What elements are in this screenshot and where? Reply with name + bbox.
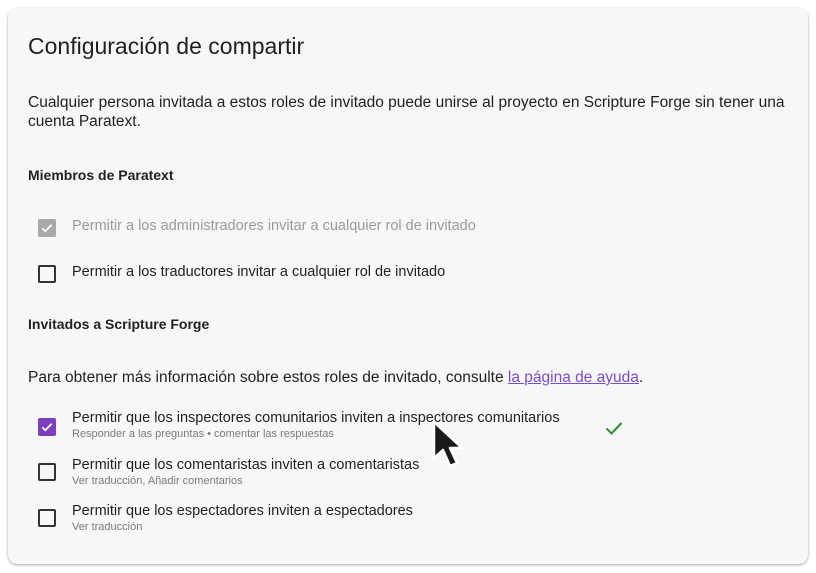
scripture-forge-guests-heading: Invitados a Scripture Forge bbox=[28, 316, 210, 332]
check-icon bbox=[41, 224, 53, 233]
viewers-invite-checkbox[interactable] bbox=[38, 509, 56, 527]
option-admins-invite: Permitir a los administradores invitar a… bbox=[38, 218, 638, 248]
commenters-invite-label[interactable]: Permitir que los comentaristas inviten a… bbox=[72, 457, 419, 474]
page-title: Configuración de compartir bbox=[28, 33, 305, 59]
help-page-link[interactable]: la página de ayuda bbox=[508, 369, 639, 386]
option-community-checkers-invite[interactable]: Permitir que los inspectores comunitario… bbox=[38, 410, 638, 440]
viewers-permissions: Ver traducción bbox=[72, 521, 143, 533]
commenters-permissions: Ver traducción, Añadir comentarios bbox=[72, 475, 243, 487]
community-checkers-invite-checkbox[interactable] bbox=[38, 418, 56, 436]
option-translators-invite[interactable]: Permitir a los traductores invitar a cua… bbox=[38, 264, 638, 294]
community-checkers-permissions: Responder a las preguntas • comentar las… bbox=[72, 428, 334, 440]
admins-invite-label: Permitir a los administradores invitar a… bbox=[72, 218, 476, 234]
translators-invite-checkbox[interactable] bbox=[38, 265, 56, 283]
community-checkers-invite-label[interactable]: Permitir que los inspectores comunitario… bbox=[72, 410, 560, 427]
translators-invite-label[interactable]: Permitir a los traductores invitar a cua… bbox=[72, 264, 445, 281]
sharing-settings-card: Configuración de compartir Cualquier per… bbox=[8, 8, 808, 564]
option-viewers-invite[interactable]: Permitir que los espectadores inviten a … bbox=[38, 503, 638, 533]
commenters-invite-checkbox[interactable] bbox=[38, 463, 56, 481]
help-suffix: . bbox=[638, 369, 644, 386]
help-prefix: Para obtener más información sobre estos… bbox=[28, 369, 508, 386]
checkmark-icon bbox=[605, 422, 623, 435]
option-commenters-invite[interactable]: Permitir que los comentaristas inviten a… bbox=[38, 457, 638, 487]
intro-text: Cualquier persona invitada a estos roles… bbox=[28, 94, 785, 130]
viewers-invite-label[interactable]: Permitir que los espectadores inviten a … bbox=[72, 503, 413, 520]
check-icon bbox=[41, 423, 53, 432]
admins-invite-checkbox bbox=[38, 219, 56, 237]
paratext-members-heading: Miembros de Paratext bbox=[28, 167, 174, 183]
help-text: Para obtener más información sobre estos… bbox=[28, 369, 643, 387]
